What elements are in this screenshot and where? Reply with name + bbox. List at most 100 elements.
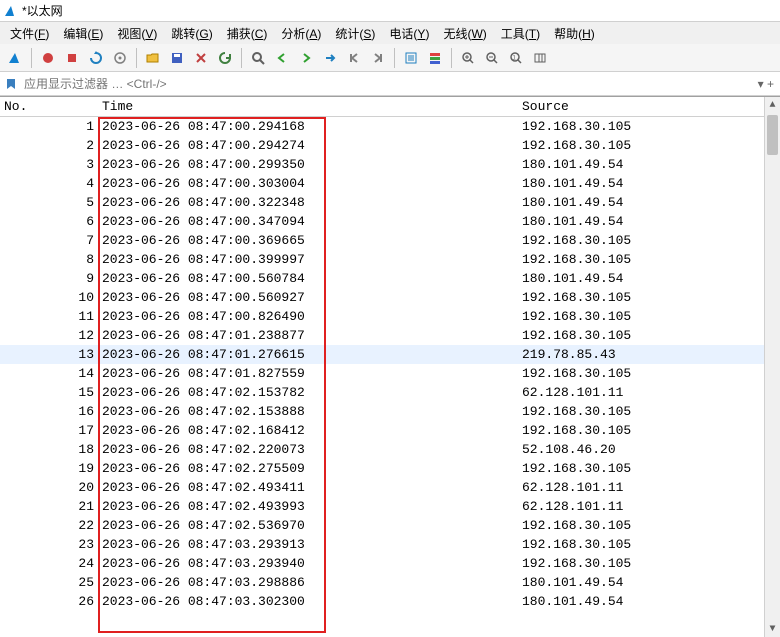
table-row[interactable]: 242023-06-26 08:47:03.293940192.168.30.1… xyxy=(0,554,780,573)
toolbar-separator xyxy=(31,48,32,68)
first-icon[interactable] xyxy=(343,47,365,69)
menu-item[interactable]: 捕获(C) xyxy=(221,23,274,44)
goto-icon[interactable] xyxy=(319,47,341,69)
cell-no: 23 xyxy=(0,537,98,552)
window-title: *以太网 xyxy=(22,2,63,19)
cell-no: 16 xyxy=(0,404,98,419)
table-row[interactable]: 32023-06-26 08:47:00.299350180.101.49.54 xyxy=(0,155,780,174)
column-header-source[interactable]: Source xyxy=(518,99,780,114)
cell-time: 2023-06-26 08:47:02.220073 xyxy=(98,442,518,457)
cell-source: 180.101.49.54 xyxy=(518,594,780,609)
cell-time: 2023-06-26 08:47:00.294274 xyxy=(98,138,518,153)
menu-item[interactable]: 无线(W) xyxy=(437,23,492,44)
table-row[interactable]: 142023-06-26 08:47:01.827559192.168.30.1… xyxy=(0,364,780,383)
table-row[interactable]: 132023-06-26 08:47:01.276615219.78.85.43 xyxy=(0,345,780,364)
find-icon[interactable] xyxy=(247,47,269,69)
menu-item[interactable]: 编辑(E) xyxy=(57,23,109,44)
menu-item[interactable]: 文件(F) xyxy=(4,23,55,44)
table-row[interactable]: 222023-06-26 08:47:02.536970192.168.30.1… xyxy=(0,516,780,535)
cell-source: 180.101.49.54 xyxy=(518,214,780,229)
table-row[interactable]: 232023-06-26 08:47:03.293913192.168.30.1… xyxy=(0,535,780,554)
prev-icon[interactable] xyxy=(271,47,293,69)
resize-columns-icon[interactable] xyxy=(529,47,551,69)
table-row[interactable]: 122023-06-26 08:47:01.238877192.168.30.1… xyxy=(0,326,780,345)
cell-no: 8 xyxy=(0,252,98,267)
table-row[interactable]: 62023-06-26 08:47:00.347094180.101.49.54 xyxy=(0,212,780,231)
table-row[interactable]: 172023-06-26 08:47:02.168412192.168.30.1… xyxy=(0,421,780,440)
zoom-reset-icon[interactable]: 1 xyxy=(505,47,527,69)
table-row[interactable]: 162023-06-26 08:47:02.153888192.168.30.1… xyxy=(0,402,780,421)
menu-item[interactable]: 跳转(G) xyxy=(165,23,218,44)
cell-time: 2023-06-26 08:47:02.493993 xyxy=(98,499,518,514)
cell-source: 52.108.46.20 xyxy=(518,442,780,457)
table-row[interactable]: 92023-06-26 08:47:00.560784180.101.49.54 xyxy=(0,269,780,288)
cell-time: 2023-06-26 08:47:00.399997 xyxy=(98,252,518,267)
table-row[interactable]: 42023-06-26 08:47:00.303004180.101.49.54 xyxy=(0,174,780,193)
table-row[interactable]: 262023-06-26 08:47:03.302300180.101.49.5… xyxy=(0,592,780,611)
zoom-out-icon[interactable] xyxy=(481,47,503,69)
scroll-up-arrow-icon[interactable]: ▲ xyxy=(765,97,780,113)
table-row[interactable]: 112023-06-26 08:47:00.826490192.168.30.1… xyxy=(0,307,780,326)
cell-no: 21 xyxy=(0,499,98,514)
scroll-down-arrow-icon[interactable]: ▼ xyxy=(765,621,780,637)
cell-time: 2023-06-26 08:47:03.293913 xyxy=(98,537,518,552)
folder-open-icon[interactable] xyxy=(142,47,164,69)
cell-time: 2023-06-26 08:47:01.827559 xyxy=(98,366,518,381)
scrollbar-thumb[interactable] xyxy=(767,115,778,155)
shark-fin-icon[interactable] xyxy=(4,47,26,69)
cell-no: 2 xyxy=(0,138,98,153)
table-row[interactable]: 102023-06-26 08:47:00.560927192.168.30.1… xyxy=(0,288,780,307)
column-header-time[interactable]: Time xyxy=(98,99,518,114)
stop-capture-icon[interactable] xyxy=(61,47,83,69)
close-file-icon[interactable] xyxy=(190,47,212,69)
save-icon[interactable] xyxy=(166,47,188,69)
cell-no: 19 xyxy=(0,461,98,476)
table-row[interactable]: 212023-06-26 08:47:02.49399362.128.101.1… xyxy=(0,497,780,516)
next-icon[interactable] xyxy=(295,47,317,69)
cell-time: 2023-06-26 08:47:02.168412 xyxy=(98,423,518,438)
table-row[interactable]: 152023-06-26 08:47:02.15378262.128.101.1… xyxy=(0,383,780,402)
auto-scroll-icon[interactable] xyxy=(400,47,422,69)
cell-no: 9 xyxy=(0,271,98,286)
cell-time: 2023-06-26 08:47:01.238877 xyxy=(98,328,518,343)
menu-item[interactable]: 工具(T) xyxy=(495,23,546,44)
menu-item[interactable]: 电话(Y) xyxy=(383,23,435,44)
table-row[interactable]: 252023-06-26 08:47:03.298886180.101.49.5… xyxy=(0,573,780,592)
table-row[interactable]: 22023-06-26 08:47:00.294274192.168.30.10… xyxy=(0,136,780,155)
menu-item[interactable]: 分析(A) xyxy=(275,23,327,44)
cell-no: 26 xyxy=(0,594,98,609)
table-row[interactable]: 82023-06-26 08:47:00.399997192.168.30.10… xyxy=(0,250,780,269)
cell-time: 2023-06-26 08:47:03.298886 xyxy=(98,575,518,590)
toolbar-separator xyxy=(241,48,242,68)
vertical-scrollbar[interactable]: ▲ ▼ xyxy=(764,97,780,637)
cell-time: 2023-06-26 08:47:00.347094 xyxy=(98,214,518,229)
filter-dropdown-icon[interactable]: ▾ + xyxy=(754,77,778,91)
menu-item[interactable]: 统计(S) xyxy=(329,23,381,44)
capture-options-icon[interactable] xyxy=(109,47,131,69)
cell-no: 15 xyxy=(0,385,98,400)
colorize-icon[interactable] xyxy=(424,47,446,69)
table-row[interactable]: 192023-06-26 08:47:02.275509192.168.30.1… xyxy=(0,459,780,478)
cell-no: 10 xyxy=(0,290,98,305)
zoom-in-icon[interactable] xyxy=(457,47,479,69)
menu-item[interactable]: 帮助(H) xyxy=(548,23,601,44)
table-row[interactable]: 12023-06-26 08:47:00.294168192.168.30.10… xyxy=(0,117,780,136)
start-capture-icon[interactable] xyxy=(37,47,59,69)
last-icon[interactable] xyxy=(367,47,389,69)
menu-item[interactable]: 视图(V) xyxy=(111,23,163,44)
reload-icon[interactable] xyxy=(214,47,236,69)
cell-no: 25 xyxy=(0,575,98,590)
title-bar: *以太网 xyxy=(0,0,780,22)
packet-list-body: 12023-06-26 08:47:00.294168192.168.30.10… xyxy=(0,117,780,611)
filter-bookmark-icon[interactable] xyxy=(2,75,20,93)
table-row[interactable]: 72023-06-26 08:47:00.369665192.168.30.10… xyxy=(0,231,780,250)
cell-no: 13 xyxy=(0,347,98,362)
table-row[interactable]: 202023-06-26 08:47:02.49341162.128.101.1… xyxy=(0,478,780,497)
display-filter-input[interactable] xyxy=(24,74,750,94)
restart-capture-icon[interactable] xyxy=(85,47,107,69)
table-row[interactable]: 52023-06-26 08:47:00.322348180.101.49.54 xyxy=(0,193,780,212)
cell-source: 180.101.49.54 xyxy=(518,271,780,286)
column-header-no[interactable]: No. xyxy=(0,99,98,114)
cell-time: 2023-06-26 08:47:03.293940 xyxy=(98,556,518,571)
table-row[interactable]: 182023-06-26 08:47:02.22007352.108.46.20 xyxy=(0,440,780,459)
